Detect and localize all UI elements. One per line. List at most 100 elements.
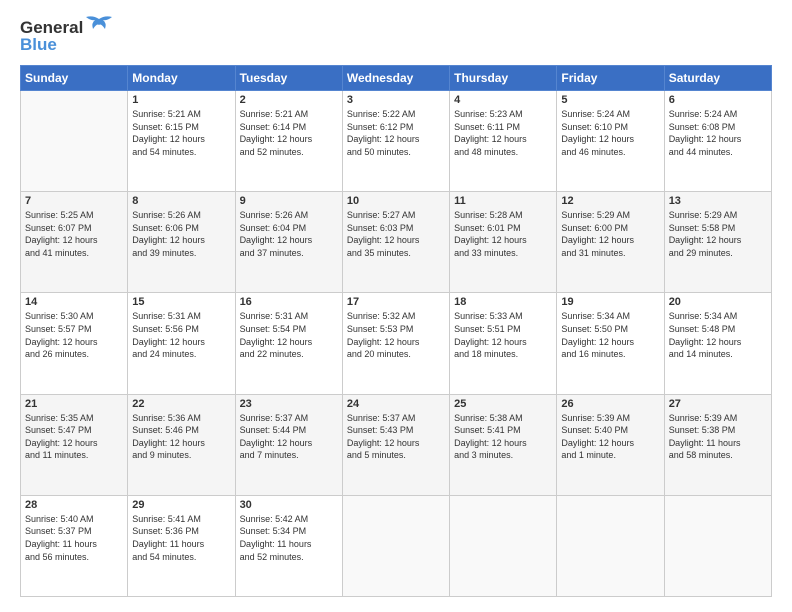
calendar-cell: 6 Sunrise: 5:24 AM Sunset: 6:08 PM Daylig… bbox=[664, 91, 771, 192]
day-info: Sunrise: 5:31 AM Sunset: 5:54 PM Dayligh… bbox=[240, 310, 338, 360]
calendar-cell: 12 Sunrise: 5:29 AM Sunset: 6:00 PM Dayli… bbox=[557, 192, 664, 293]
day-number: 21 bbox=[25, 398, 123, 410]
calendar-cell: 9 Sunrise: 5:26 AM Sunset: 6:04 PM Daylig… bbox=[235, 192, 342, 293]
day-info: Sunrise: 5:35 AM Sunset: 5:47 PM Dayligh… bbox=[25, 412, 123, 462]
header: General Blue bbox=[20, 15, 772, 55]
calendar-cell: 22 Sunrise: 5:36 AM Sunset: 5:46 PM Dayli… bbox=[128, 394, 235, 495]
calendar-cell: 5 Sunrise: 5:24 AM Sunset: 6:10 PM Daylig… bbox=[557, 91, 664, 192]
logo: General Blue bbox=[20, 15, 113, 55]
day-info: Sunrise: 5:26 AM Sunset: 6:04 PM Dayligh… bbox=[240, 209, 338, 259]
day-info: Sunrise: 5:40 AM Sunset: 5:37 PM Dayligh… bbox=[25, 513, 123, 563]
day-info: Sunrise: 5:30 AM Sunset: 5:57 PM Dayligh… bbox=[25, 310, 123, 360]
day-number: 23 bbox=[240, 398, 338, 410]
calendar-cell bbox=[557, 495, 664, 596]
calendar-week-row: 7 Sunrise: 5:25 AM Sunset: 6:07 PM Daylig… bbox=[21, 192, 772, 293]
calendar-cell: 23 Sunrise: 5:37 AM Sunset: 5:44 PM Dayli… bbox=[235, 394, 342, 495]
day-info: Sunrise: 5:28 AM Sunset: 6:01 PM Dayligh… bbox=[454, 209, 552, 259]
calendar-cell: 28Sunrise: 5:40 AM Sunset: 5:37 PM Dayli… bbox=[21, 495, 128, 596]
day-info: Sunrise: 5:31 AM Sunset: 5:56 PM Dayligh… bbox=[132, 310, 230, 360]
day-number: 3 bbox=[347, 94, 445, 106]
day-number: 15 bbox=[132, 296, 230, 308]
day-number: 6 bbox=[669, 94, 767, 106]
day-number: 30 bbox=[240, 499, 338, 511]
calendar-table: SundayMondayTuesdayWednesdayThursdayFrid… bbox=[20, 65, 772, 597]
calendar-cell: 7 Sunrise: 5:25 AM Sunset: 6:07 PM Daylig… bbox=[21, 192, 128, 293]
logo-bird-icon bbox=[85, 15, 113, 41]
day-number: 5 bbox=[561, 94, 659, 106]
calendar-cell: 27Sunrise: 5:39 AM Sunset: 5:38 PM Dayli… bbox=[664, 394, 771, 495]
calendar-cell bbox=[342, 495, 449, 596]
day-info: Sunrise: 5:29 AM Sunset: 6:00 PM Dayligh… bbox=[561, 209, 659, 259]
day-info: Sunrise: 5:34 AM Sunset: 5:50 PM Dayligh… bbox=[561, 310, 659, 360]
day-info: Sunrise: 5:24 AM Sunset: 6:10 PM Dayligh… bbox=[561, 108, 659, 158]
calendar-cell: 10 Sunrise: 5:27 AM Sunset: 6:03 PM Dayli… bbox=[342, 192, 449, 293]
calendar-header-row: SundayMondayTuesdayWednesdayThursdayFrid… bbox=[21, 66, 772, 91]
day-info: Sunrise: 5:34 AM Sunset: 5:48 PM Dayligh… bbox=[669, 310, 767, 360]
day-info: Sunrise: 5:42 AM Sunset: 5:34 PM Dayligh… bbox=[240, 513, 338, 563]
weekday-header: Monday bbox=[128, 66, 235, 91]
calendar-cell: 21 Sunrise: 5:35 AM Sunset: 5:47 PM Dayli… bbox=[21, 394, 128, 495]
calendar-cell: 14 Sunrise: 5:30 AM Sunset: 5:57 PM Dayli… bbox=[21, 293, 128, 394]
day-number: 26 bbox=[561, 398, 659, 410]
day-number: 8 bbox=[132, 195, 230, 207]
day-info: Sunrise: 5:41 AM Sunset: 5:36 PM Dayligh… bbox=[132, 513, 230, 563]
calendar-cell: 19Sunrise: 5:34 AM Sunset: 5:50 PM Dayli… bbox=[557, 293, 664, 394]
calendar-cell: 16 Sunrise: 5:31 AM Sunset: 5:54 PM Dayli… bbox=[235, 293, 342, 394]
calendar-cell: 8Sunrise: 5:26 AM Sunset: 6:06 PM Daylig… bbox=[128, 192, 235, 293]
day-number: 10 bbox=[347, 195, 445, 207]
calendar-cell: 13 Sunrise: 5:29 AM Sunset: 5:58 PM Dayli… bbox=[664, 192, 771, 293]
day-number: 13 bbox=[669, 195, 767, 207]
calendar-cell: 25 Sunrise: 5:38 AM Sunset: 5:41 PM Dayli… bbox=[450, 394, 557, 495]
calendar-cell: 20 Sunrise: 5:34 AM Sunset: 5:48 PM Dayli… bbox=[664, 293, 771, 394]
day-number: 14 bbox=[25, 296, 123, 308]
day-number: 27 bbox=[669, 398, 767, 410]
logo-blue-text: Blue bbox=[20, 35, 57, 55]
day-info: Sunrise: 5:27 AM Sunset: 6:03 PM Dayligh… bbox=[347, 209, 445, 259]
day-number: 9 bbox=[240, 195, 338, 207]
day-number: 17 bbox=[347, 296, 445, 308]
day-info: Sunrise: 5:21 AM Sunset: 6:15 PM Dayligh… bbox=[132, 108, 230, 158]
calendar-week-row: 1 Sunrise: 5:21 AM Sunset: 6:15 PM Daylig… bbox=[21, 91, 772, 192]
day-number: 7 bbox=[25, 195, 123, 207]
day-info: Sunrise: 5:25 AM Sunset: 6:07 PM Dayligh… bbox=[25, 209, 123, 259]
calendar-cell: 4 Sunrise: 5:23 AM Sunset: 6:11 PM Daylig… bbox=[450, 91, 557, 192]
day-info: Sunrise: 5:32 AM Sunset: 5:53 PM Dayligh… bbox=[347, 310, 445, 360]
day-info: Sunrise: 5:37 AM Sunset: 5:43 PM Dayligh… bbox=[347, 412, 445, 462]
day-info: Sunrise: 5:24 AM Sunset: 6:08 PM Dayligh… bbox=[669, 108, 767, 158]
calendar-cell bbox=[664, 495, 771, 596]
day-number: 12 bbox=[561, 195, 659, 207]
day-info: Sunrise: 5:23 AM Sunset: 6:11 PM Dayligh… bbox=[454, 108, 552, 158]
day-info: Sunrise: 5:22 AM Sunset: 6:12 PM Dayligh… bbox=[347, 108, 445, 158]
weekday-header: Wednesday bbox=[342, 66, 449, 91]
calendar-cell: 15 Sunrise: 5:31 AM Sunset: 5:56 PM Dayli… bbox=[128, 293, 235, 394]
day-info: Sunrise: 5:38 AM Sunset: 5:41 PM Dayligh… bbox=[454, 412, 552, 462]
calendar-cell: 24Sunrise: 5:37 AM Sunset: 5:43 PM Dayli… bbox=[342, 394, 449, 495]
day-info: Sunrise: 5:33 AM Sunset: 5:51 PM Dayligh… bbox=[454, 310, 552, 360]
day-info: Sunrise: 5:29 AM Sunset: 5:58 PM Dayligh… bbox=[669, 209, 767, 259]
day-number: 20 bbox=[669, 296, 767, 308]
calendar-cell: 3 Sunrise: 5:22 AM Sunset: 6:12 PM Daylig… bbox=[342, 91, 449, 192]
weekday-header: Thursday bbox=[450, 66, 557, 91]
calendar-cell: 26 Sunrise: 5:39 AM Sunset: 5:40 PM Dayli… bbox=[557, 394, 664, 495]
day-number: 2 bbox=[240, 94, 338, 106]
day-number: 4 bbox=[454, 94, 552, 106]
day-number: 25 bbox=[454, 398, 552, 410]
weekday-header: Sunday bbox=[21, 66, 128, 91]
day-number: 16 bbox=[240, 296, 338, 308]
weekday-header: Tuesday bbox=[235, 66, 342, 91]
day-info: Sunrise: 5:36 AM Sunset: 5:46 PM Dayligh… bbox=[132, 412, 230, 462]
day-number: 18 bbox=[454, 296, 552, 308]
calendar-cell: 18 Sunrise: 5:33 AM Sunset: 5:51 PM Dayli… bbox=[450, 293, 557, 394]
day-info: Sunrise: 5:37 AM Sunset: 5:44 PM Dayligh… bbox=[240, 412, 338, 462]
calendar-week-row: 21 Sunrise: 5:35 AM Sunset: 5:47 PM Dayli… bbox=[21, 394, 772, 495]
day-info: Sunrise: 5:39 AM Sunset: 5:40 PM Dayligh… bbox=[561, 412, 659, 462]
day-number: 1 bbox=[132, 94, 230, 106]
day-number: 22 bbox=[132, 398, 230, 410]
calendar-cell bbox=[450, 495, 557, 596]
page: General Blue SundayMondayTuesdayWednesda… bbox=[0, 0, 792, 612]
calendar-cell bbox=[21, 91, 128, 192]
calendar-week-row: 28Sunrise: 5:40 AM Sunset: 5:37 PM Dayli… bbox=[21, 495, 772, 596]
day-number: 29 bbox=[132, 499, 230, 511]
calendar-cell: 1 Sunrise: 5:21 AM Sunset: 6:15 PM Daylig… bbox=[128, 91, 235, 192]
day-info: Sunrise: 5:21 AM Sunset: 6:14 PM Dayligh… bbox=[240, 108, 338, 158]
